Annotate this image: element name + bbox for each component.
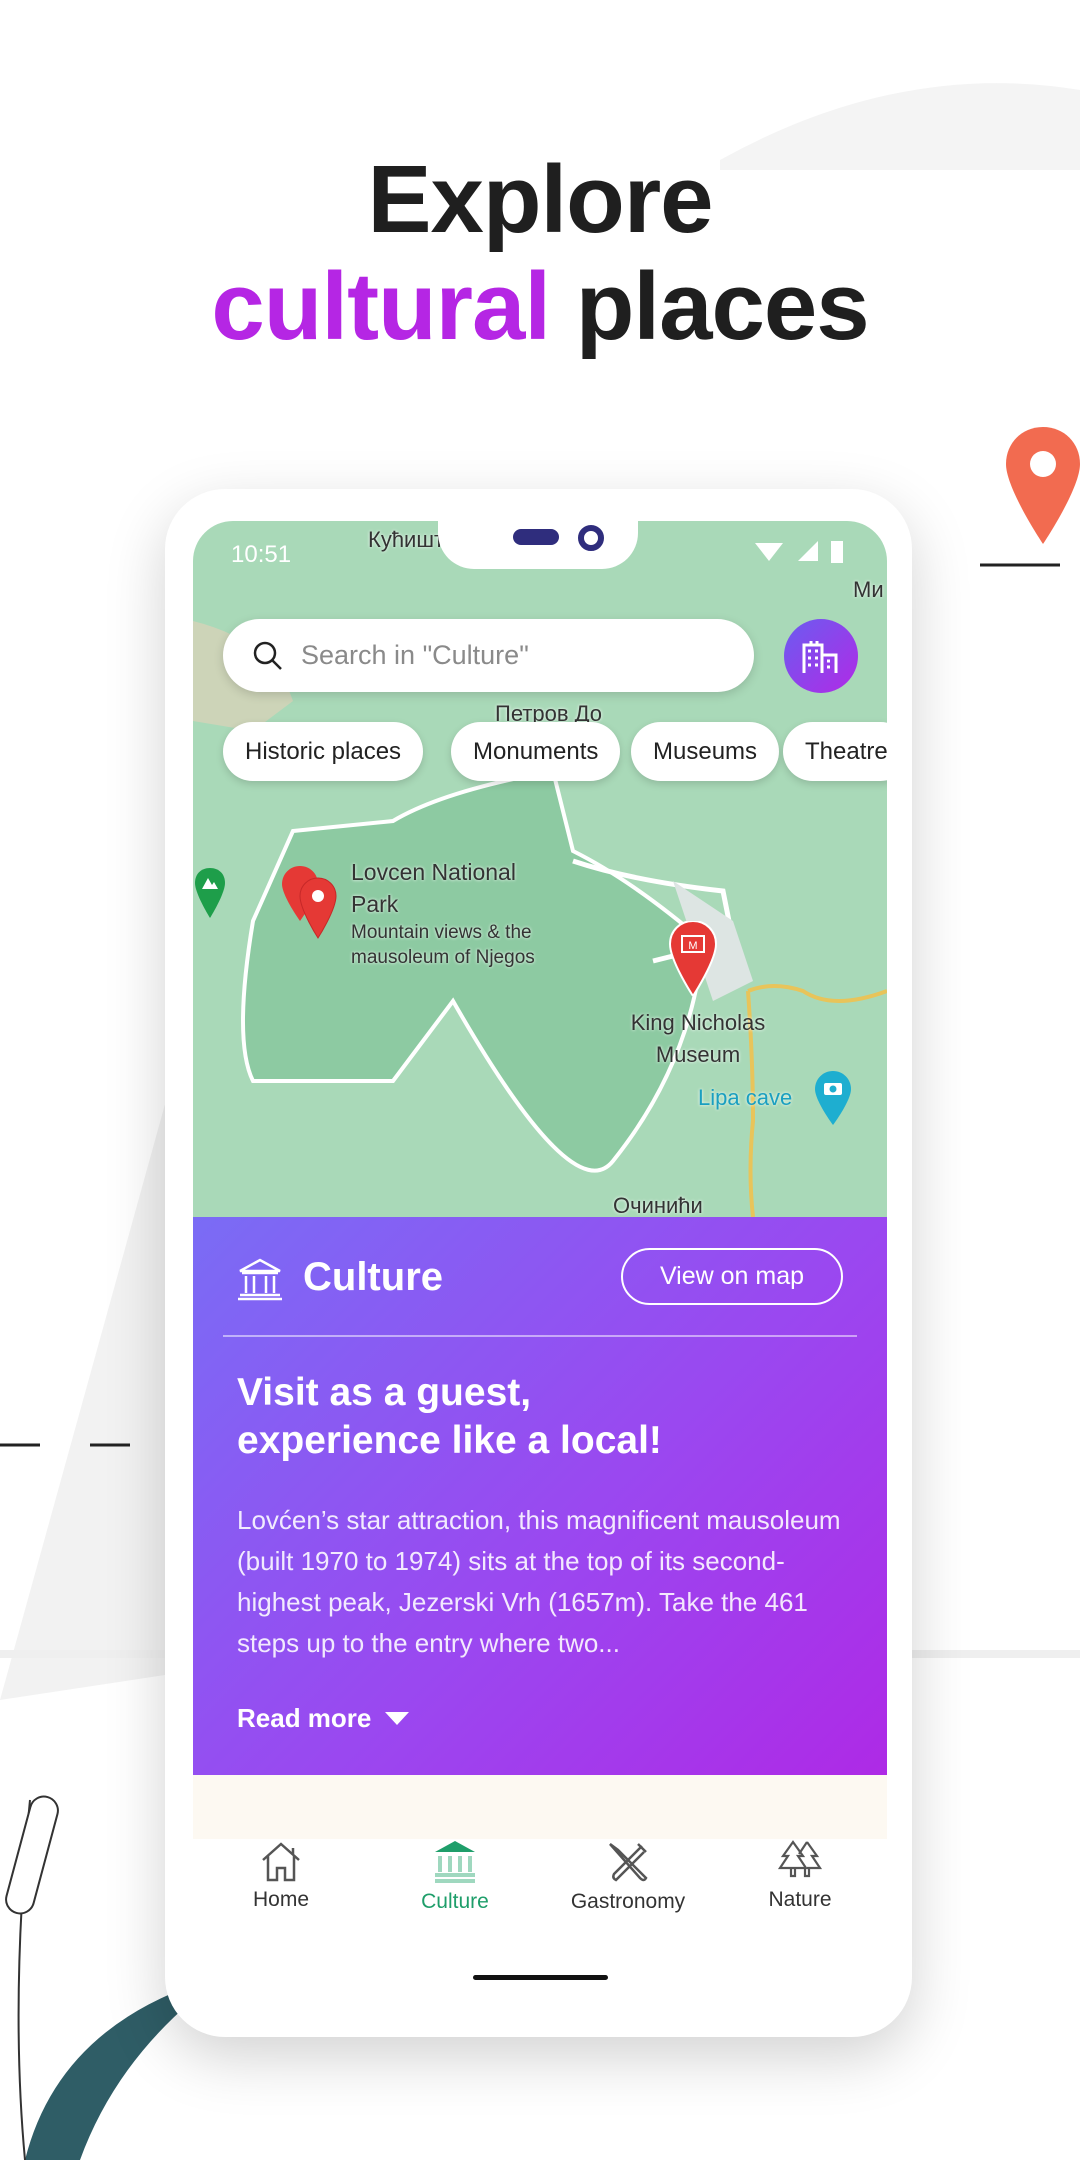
read-more-label: Read more xyxy=(237,1703,372,1733)
camera-notch xyxy=(438,521,638,569)
search-input[interactable]: Search in "Culture" xyxy=(223,619,754,692)
home-icon xyxy=(262,1842,300,1882)
museum-icon xyxy=(238,1258,282,1301)
card-body: Lovćen’s star attraction, this magnifice… xyxy=(237,1505,841,1658)
headline-line-1: Explore xyxy=(367,146,713,253)
nav-nature[interactable]: Nature xyxy=(713,1840,887,1912)
nature-pin-icon[interactable] xyxy=(195,868,225,918)
svg-text:M: M xyxy=(688,940,697,952)
map-label: Очинићи xyxy=(613,1193,703,1218)
nav-culture[interactable]: Culture xyxy=(368,1840,542,1914)
culture-card: Culture View on map Visit as a guest, ex… xyxy=(193,1217,887,1775)
place-description: Mountain views & the mausoleum of Njegos xyxy=(351,922,535,968)
card-heading: Visit as a guest, experience like a loca… xyxy=(237,1371,662,1462)
trees-icon xyxy=(777,1840,823,1878)
camera-pin-icon[interactable] xyxy=(815,1071,851,1125)
read-more-button[interactable]: Read more xyxy=(237,1703,410,1734)
headline-accent: cultural xyxy=(211,253,551,360)
nav-label: Culture xyxy=(421,1890,489,1913)
buildings-icon xyxy=(802,641,838,673)
map-label: Ми xyxy=(853,577,884,602)
status-icons xyxy=(755,541,843,563)
chip-museums[interactable]: Museums xyxy=(631,722,780,781)
view-on-map-button[interactable]: View on map xyxy=(621,1248,843,1305)
status-time: 10:51 xyxy=(231,541,292,568)
headline-rest: places xyxy=(575,253,870,360)
location-pin-icon xyxy=(1006,427,1080,544)
chip-historic-places[interactable]: Historic places xyxy=(223,722,424,781)
search-placeholder: Search in "Culture" xyxy=(301,640,529,670)
museum-pin-icon[interactable]: M xyxy=(668,921,718,996)
chip-theatre[interactable]: Theatre xyxy=(783,722,887,781)
card-divider xyxy=(223,1335,857,1337)
nav-home[interactable]: Home xyxy=(194,1840,368,1912)
place-name[interactable]: King Nicholas Museum xyxy=(613,1007,783,1071)
headline-line-2: cultural places xyxy=(0,252,1080,362)
content-strip xyxy=(193,1775,887,1839)
museum-icon xyxy=(435,1841,475,1883)
card-title: Culture xyxy=(303,1255,443,1299)
cutlery-icon xyxy=(609,1843,648,1882)
map[interactable]: 10:51 Кућишт Петров До Очинићи Ми Search… xyxy=(193,521,887,1218)
search-icon xyxy=(253,641,282,670)
category-button[interactable] xyxy=(784,619,858,693)
place-pin-icon[interactable] xyxy=(282,866,342,956)
place-name[interactable]: Lipa cave xyxy=(698,1085,792,1111)
nav-label: Gastronomy xyxy=(570,1890,686,1913)
phone-screen: 10:51 Кућишт Петров До Очинићи Ми Search… xyxy=(193,521,887,2001)
place-name[interactable]: Lovcen National Park xyxy=(351,856,551,920)
nav-gastronomy[interactable]: Gastronomy xyxy=(541,1840,715,1914)
home-indicator[interactable] xyxy=(473,1975,608,1980)
map-label: Кућишт xyxy=(368,527,445,552)
chip-monuments[interactable]: Monuments xyxy=(451,722,621,781)
nav-label: Home xyxy=(252,1888,310,1911)
nav-label: Nature xyxy=(768,1888,832,1911)
caret-down-icon xyxy=(385,1711,410,1725)
